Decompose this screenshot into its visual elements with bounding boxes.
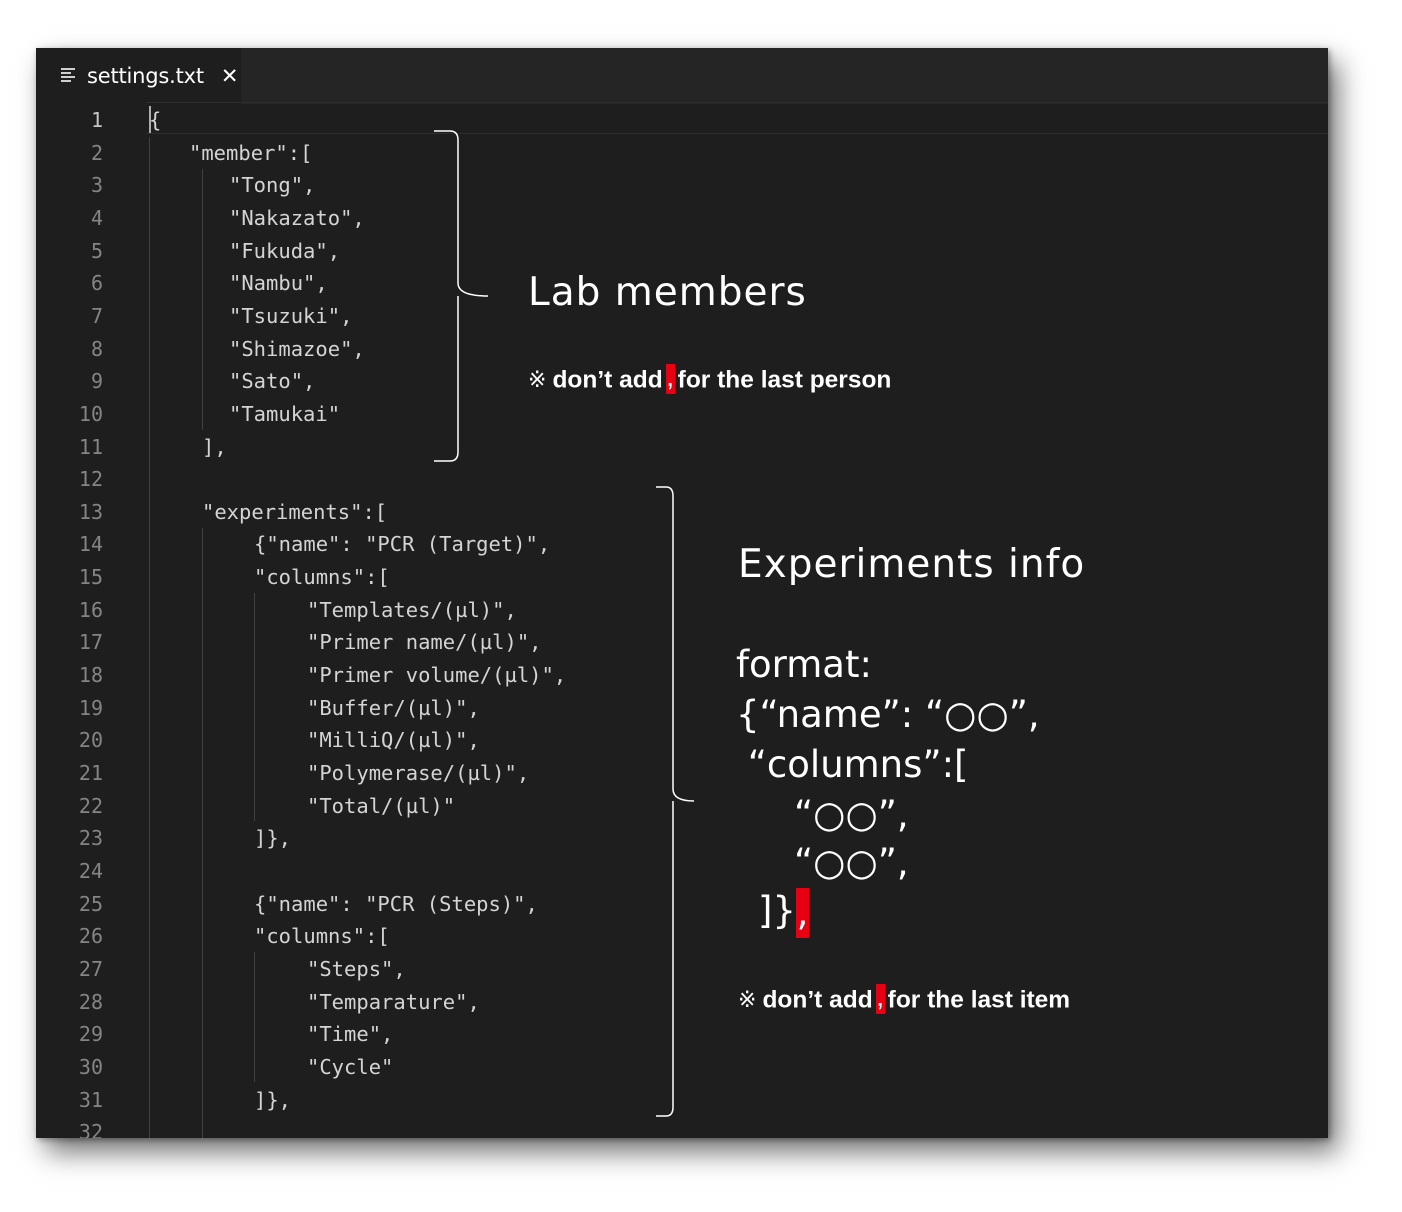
- line-number: 27: [78, 956, 103, 981]
- code-line: "Nambu",: [229, 271, 328, 296]
- code-line: "Primer volume/(µl)",: [307, 663, 567, 688]
- comma-highlight: ,: [665, 364, 675, 394]
- items-note-post: for the last item: [887, 986, 1071, 1014]
- format-comma-highlight: ,: [795, 888, 809, 938]
- line-number: 14: [78, 532, 103, 557]
- format-line-5: ]},: [758, 886, 809, 938]
- members-brace: [434, 130, 489, 462]
- code-line: ]},: [254, 826, 292, 851]
- line-number: 19: [78, 695, 103, 720]
- line-number: 29: [78, 1022, 103, 1047]
- format-line-4: “○○”,: [794, 841, 909, 884]
- code-line: "Tamukai": [229, 401, 341, 426]
- line-number: 22: [78, 793, 103, 818]
- line-number: 7: [90, 303, 103, 328]
- code-line: ],: [202, 434, 227, 459]
- members-title: Lab members: [528, 270, 807, 315]
- code-line: ]},: [254, 1087, 292, 1112]
- line-number-gutter: 1 2 3 4 5 6 7 8 9 10 11 12 13 14 15 16 17 18 19 20 21 22 23 24 2…: [36, 104, 108, 1138]
- comma-highlight: ,: [875, 984, 885, 1014]
- line-number: 26: [78, 924, 103, 949]
- code-line: "columns":[: [254, 565, 390, 590]
- code-line: "MilliQ/(µl)",: [307, 728, 480, 753]
- code-line: "Templates/(µl)",: [307, 597, 517, 622]
- code-line: "Sato",: [229, 369, 316, 394]
- code-line: "Tong",: [229, 173, 316, 198]
- indent-guide: [149, 137, 150, 1138]
- members-note-post: for the last person: [677, 366, 892, 394]
- format-line-5-text: ]}: [758, 889, 796, 932]
- reference-mark: ※: [738, 988, 757, 1014]
- code-line: "Shimazoe",: [229, 336, 365, 361]
- line-number: 28: [78, 989, 103, 1014]
- line-number: 18: [78, 663, 103, 688]
- members-note-pre: don’t add: [552, 366, 663, 394]
- format-line-3: “○○”,: [794, 793, 909, 836]
- experiments-title: Experiments info: [738, 542, 1086, 587]
- line-number: 30: [78, 1054, 103, 1079]
- line-number: 23: [78, 826, 103, 851]
- line-number: 2: [90, 140, 103, 165]
- indent-guide: [202, 528, 203, 1138]
- close-icon[interactable]: ✕: [221, 64, 239, 88]
- line-number: 20: [78, 728, 103, 753]
- experiments-brace: [656, 486, 695, 1117]
- format-label: format:: [736, 643, 872, 686]
- code-line: "Nakazato",: [229, 205, 365, 230]
- items-note: ※ don’t add, for the last item: [738, 984, 1071, 1016]
- line-number: 25: [78, 891, 103, 916]
- line-number: 32: [78, 1120, 103, 1138]
- indent-guide: [202, 169, 203, 430]
- code-line: {"name": "PCR (Steps)",: [254, 891, 538, 916]
- editor-window: settings.txt ✕ 1 2 3 4 5 6 7 8 9 10 11 12 13 14 15 16 17…: [36, 48, 1328, 1138]
- line-number: 21: [78, 761, 103, 785]
- format-line-1: {“name”: “○○”,: [736, 693, 1040, 736]
- code-line: "experiments":[: [202, 499, 388, 524]
- line-number: 3: [90, 173, 103, 198]
- code-line: {"name": "PCR (Target)",: [254, 532, 551, 557]
- line-number: 24: [78, 858, 103, 883]
- code-line: "Buffer/(µl)",: [307, 695, 480, 720]
- code-line: "columns":[: [254, 924, 390, 949]
- code-line: "Cycle": [307, 1054, 394, 1079]
- members-note: ※ don’t add, for the last person: [528, 364, 892, 396]
- code-line: "member":[: [189, 140, 313, 165]
- line-number: 8: [90, 336, 103, 361]
- line-number: 5: [90, 238, 103, 263]
- line-number: 13: [78, 499, 103, 524]
- code-line: "Tsuzuki",: [229, 303, 353, 328]
- code-line: "Temparature",: [307, 989, 480, 1014]
- line-number: 31: [78, 1087, 103, 1112]
- line-number: 12: [78, 467, 103, 492]
- code-line: "Polymerase/(µl)",: [307, 761, 530, 785]
- items-note-pre: don’t add: [762, 986, 873, 1014]
- tab-settings[interactable]: settings.txt ✕: [36, 48, 241, 104]
- reference-mark: ※: [528, 368, 547, 394]
- lines-icon: [61, 68, 76, 82]
- text-cursor: [149, 106, 151, 133]
- line-number: 10: [78, 401, 103, 426]
- line-number: 17: [78, 630, 103, 655]
- code-line: "Primer name/(µl)",: [307, 630, 542, 655]
- line-number: 4: [90, 205, 103, 230]
- code-line: "Steps",: [307, 956, 406, 981]
- line-number: 15: [78, 565, 103, 590]
- line-number: 16: [78, 597, 103, 622]
- code-line: "Time",: [307, 1022, 394, 1047]
- line-number: 6: [90, 271, 103, 296]
- line-number: 11: [78, 434, 103, 459]
- code-line: "Fukuda",: [229, 238, 341, 263]
- format-line-2: “columns”:[: [736, 743, 969, 786]
- tab-bar: settings.txt ✕: [36, 48, 1328, 104]
- code-line: "Total/(µl)": [307, 793, 456, 818]
- line-number: 9: [90, 369, 103, 394]
- line-number: 1: [90, 108, 103, 132]
- indent-guide: [254, 593, 255, 821]
- current-line-highlight: [146, 102, 1328, 134]
- tab-label: settings.txt: [87, 64, 204, 88]
- indent-guide: [254, 952, 255, 1082]
